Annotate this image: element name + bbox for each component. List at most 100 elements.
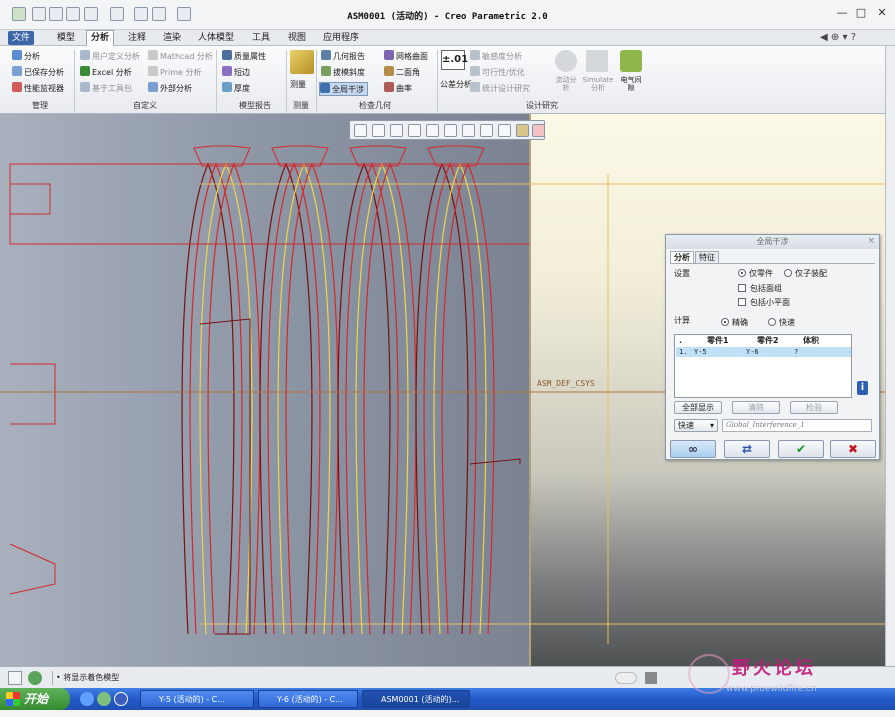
verify-button[interactable]: 检验: [790, 401, 838, 414]
find-icon[interactable]: [645, 672, 657, 684]
saved-analysis-button[interactable]: 已保存分析: [12, 66, 64, 80]
task-y5[interactable]: Y-5 (活动的) - C...: [140, 690, 254, 708]
electrical-clearance-button[interactable]: 电气间隙: [618, 76, 644, 92]
draft-button[interactable]: 拔模斜度: [321, 66, 365, 80]
preview-glasses-button[interactable]: ∞: [670, 440, 716, 458]
radio-parts-only[interactable]: 仅零件: [738, 268, 773, 279]
minimize-button[interactable]: —: [834, 6, 850, 20]
feasibility-button[interactable]: 可行性/优化: [470, 66, 525, 80]
tolerance-analysis-button[interactable]: 公差分析: [440, 78, 472, 92]
browser-toggle-icon[interactable]: [28, 671, 42, 685]
globe-icon[interactable]: ⊕: [831, 32, 839, 43]
thickness-icon: [222, 82, 232, 92]
settings-label: 设置: [674, 269, 690, 278]
mesh-surface-button[interactable]: 网格曲面: [384, 50, 428, 64]
dialog-close-icon[interactable]: ×: [867, 236, 875, 246]
mathcad-analysis-button[interactable]: Mathcad 分析: [148, 50, 213, 64]
group-label-custom: 自定义: [133, 101, 157, 110]
left-sketch: [9, 543, 56, 595]
measure-button[interactable]: 测量: [290, 78, 306, 92]
dropdown-icon[interactable]: ▾: [842, 32, 847, 43]
bottom-strip: [0, 710, 895, 717]
task-asm0001[interactable]: ASM0001 (活动的)...: [362, 690, 470, 708]
help-icons[interactable]: ◀ ⊕ ▾ ?: [820, 32, 856, 43]
file-menu[interactable]: 文件: [8, 31, 35, 45]
tab-model[interactable]: 模型: [53, 31, 79, 45]
draft-icon: [321, 66, 331, 76]
tolerance-icon[interactable]: ±.01: [441, 50, 468, 70]
performance-monitor-button[interactable]: 性能监视器: [12, 82, 64, 96]
flow-analysis-button[interactable]: 流动分析: [553, 76, 579, 92]
datum-display-icon[interactable]: [498, 124, 511, 137]
name-field[interactable]: Global_Interference_1: [722, 419, 872, 432]
help-icon[interactable]: ?: [851, 32, 856, 43]
selection-filter-icon[interactable]: [615, 672, 637, 684]
short-edge-button[interactable]: 短边: [222, 66, 250, 80]
maximize-button[interactable]: □: [853, 6, 869, 20]
simulate-analysis-button[interactable]: Simulate 分析: [580, 76, 616, 92]
mesh-icon: [384, 50, 394, 60]
chk-include-quilts[interactable]: 包括面组: [738, 283, 782, 294]
media-icon[interactable]: [97, 692, 111, 706]
ie-icon[interactable]: [80, 692, 94, 706]
quicklaunch-icon[interactable]: [114, 692, 128, 706]
prime-icon: [148, 66, 158, 76]
model-tree-toggle-icon[interactable]: [8, 671, 22, 685]
vertical-scrollbar[interactable]: [885, 46, 895, 666]
geometry-report-button[interactable]: 几何报告: [321, 50, 365, 64]
tab-analysis[interactable]: 分析: [670, 251, 694, 263]
zoom-out-icon[interactable]: [390, 124, 403, 137]
view-manager-icon[interactable]: [462, 124, 475, 137]
tab-manikin[interactable]: 人体模型: [194, 31, 238, 45]
feasibility-icon: [470, 66, 480, 76]
user-defined-analysis-button[interactable]: 用户定义分析: [80, 50, 140, 64]
ok-button[interactable]: ✔: [778, 440, 824, 458]
tab-feature[interactable]: 特征: [695, 251, 719, 263]
back-icon[interactable]: ◀: [820, 32, 828, 43]
tab-tools[interactable]: 工具: [248, 31, 274, 45]
spin-center-icon[interactable]: [516, 124, 529, 137]
dihedral-angle-button[interactable]: 二面角: [384, 66, 420, 80]
show-all-button[interactable]: 全部显示: [674, 401, 722, 414]
analysis-button[interactable]: 分析: [12, 50, 40, 64]
tab-view[interactable]: 视图: [284, 31, 310, 45]
tab-applications[interactable]: 应用程序: [319, 31, 363, 45]
saved-views-icon[interactable]: [444, 124, 457, 137]
cancel-button[interactable]: ✖: [830, 440, 876, 458]
prime-analysis-button[interactable]: Prime 分析: [148, 66, 201, 80]
statistical-study-button[interactable]: 统计设计研究: [470, 82, 530, 96]
radio-exact[interactable]: 精确: [721, 317, 748, 328]
dialog-title: 全局干涉: [666, 235, 879, 249]
toolkit-button[interactable]: 基于工具包: [80, 82, 132, 96]
external-analysis-button[interactable]: 外部分析: [148, 82, 192, 96]
mass-properties-button[interactable]: 质量属性: [222, 50, 266, 64]
tab-analysis[interactable]: 分析: [86, 30, 115, 46]
excel-analysis-button[interactable]: Excel 分析: [80, 66, 132, 80]
zoom-fit-icon[interactable]: [354, 124, 367, 137]
tab-annotate[interactable]: 注释: [124, 31, 150, 45]
clear-button[interactable]: 清除: [732, 401, 780, 414]
mode-select[interactable]: 快速 ▾: [674, 419, 718, 432]
ribbon: 分析 已保存分析 性能监视器 管理 用户定义分析 Excel 分析 基于工具包 …: [0, 46, 895, 114]
zoom-in-icon[interactable]: [372, 124, 385, 137]
display-style-icon[interactable]: [426, 124, 439, 137]
task-y6[interactable]: Y-6 (活动的) - C...: [258, 690, 358, 708]
ruler-icon[interactable]: [290, 50, 314, 74]
status-message: • 将显示着色模型: [56, 673, 120, 682]
repaint-icon[interactable]: [408, 124, 421, 137]
thickness-button[interactable]: 厚度: [222, 82, 250, 96]
curvature-button[interactable]: 曲率: [384, 82, 412, 96]
close-button[interactable]: ✕: [874, 6, 890, 20]
tab-render[interactable]: 渲染: [159, 31, 185, 45]
interference-icon: [320, 83, 330, 93]
radio-subassembly-only[interactable]: 仅子装配: [784, 268, 827, 279]
info-icon[interactable]: i: [857, 381, 868, 395]
annotation-display-icon[interactable]: [532, 124, 545, 137]
chk-include-facets[interactable]: 包括小平面: [738, 297, 790, 308]
table-row[interactable]: 1. Y-5 Y-6 ?: [676, 347, 851, 357]
radio-quick[interactable]: 快速: [768, 317, 795, 328]
global-interference-button[interactable]: 全局干涉: [319, 82, 368, 96]
perspective-icon[interactable]: [480, 124, 493, 137]
sensitivity-analysis-button[interactable]: 敏感度分析: [470, 50, 522, 64]
refresh-button[interactable]: ⇄: [724, 440, 770, 458]
